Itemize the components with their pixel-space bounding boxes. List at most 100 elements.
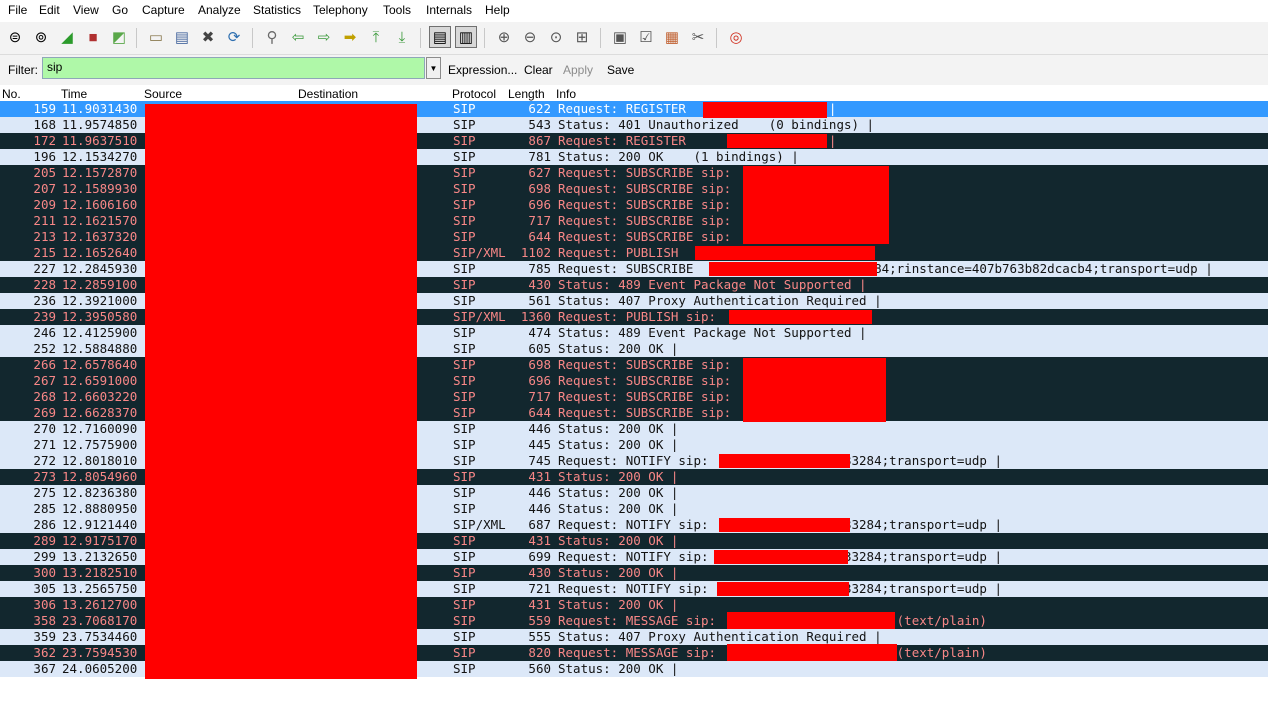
packet-time: 12.1572870 <box>62 165 138 180</box>
packet-protocol: SIP <box>453 181 476 196</box>
resize-columns-icon[interactable]: ⊞ <box>571 26 593 48</box>
packet-info: Status: 401 Unauthorized (0 bindings) | <box>558 117 875 132</box>
filter-input[interactable]: sip <box>42 57 425 79</box>
column-header-destination[interactable]: Destination <box>298 87 358 101</box>
save-file-icon[interactable]: ▤ <box>171 26 193 48</box>
clear-button[interactable]: Clear <box>524 63 553 77</box>
help-icon[interactable]: ◎ <box>725 26 747 48</box>
packet-number: 228 <box>33 277 56 292</box>
column-header-length[interactable]: Length <box>508 87 545 101</box>
packet-time: 12.9175170 <box>62 533 138 548</box>
apply-button[interactable]: Apply <box>563 63 593 77</box>
packet-time: 11.9637510 <box>62 133 138 148</box>
start-capture-icon[interactable]: ◢ <box>56 26 78 48</box>
packet-number: 172 <box>33 133 56 148</box>
packet-protocol: SIP <box>453 421 476 436</box>
packet-protocol: SIP <box>453 629 476 644</box>
packet-protocol: SIP <box>453 405 476 420</box>
menu-file[interactable]: File <box>8 3 27 17</box>
reload-icon[interactable]: ⟳ <box>223 26 245 48</box>
preferences-icon[interactable]: ✂ <box>687 26 709 48</box>
capture-options-icon[interactable]: ⊚ <box>30 26 52 48</box>
restart-capture-icon[interactable]: ◩ <box>108 26 130 48</box>
menu-edit[interactable]: Edit <box>39 3 60 17</box>
packet-length: 698 <box>528 181 551 196</box>
packet-length: 431 <box>528 597 551 612</box>
close-file-icon[interactable]: ✖ <box>197 26 219 48</box>
packet-length: 446 <box>528 485 551 500</box>
packet-info: Status: 200 OK | <box>558 565 679 580</box>
main-toolbar: ⊜ ⊚ ◢ ■ ◩ ▭ ▤ ✖ ⟳ ⚲ ⇦ ⇨ ➡ ⤒ ⤓ ▤ ▥ ⊕ ⊖ ⊙ … <box>0 22 1268 55</box>
go-forward-icon[interactable]: ⇨ <box>313 26 335 48</box>
packet-protocol: SIP <box>453 549 476 564</box>
packet-protocol: SIP <box>453 645 476 660</box>
packet-protocol: SIP <box>453 277 476 292</box>
packet-length: 820 <box>528 645 551 660</box>
open-file-icon[interactable]: ▭ <box>145 26 167 48</box>
packet-time: 13.2565750 <box>62 581 138 596</box>
column-header-time[interactable]: Time <box>61 87 87 101</box>
packet-number: 275 <box>33 485 56 500</box>
menu-view[interactable]: View <box>73 3 99 17</box>
packet-time: 12.6603220 <box>62 389 138 404</box>
packet-number: 213 <box>33 229 56 244</box>
display-filters-icon[interactable]: ☑ <box>635 26 657 48</box>
find-packet-icon[interactable]: ⚲ <box>261 26 283 48</box>
stop-capture-icon[interactable]: ■ <box>82 26 104 48</box>
go-back-icon[interactable]: ⇦ <box>287 26 309 48</box>
menu-bar: File Edit View Go Capture Analyze Statis… <box>0 0 1268 22</box>
toolbar-separator <box>420 28 421 48</box>
go-last-icon[interactable]: ⤓ <box>391 26 413 48</box>
packet-protocol: SIP <box>453 501 476 516</box>
packet-time: 12.2845930 <box>62 261 138 276</box>
menu-internals[interactable]: Internals <box>426 3 472 17</box>
packet-info: Status: 200 OK | <box>558 597 679 612</box>
packet-number: 236 <box>33 293 56 308</box>
menu-help[interactable]: Help <box>485 3 510 17</box>
packet-info: Status: 200 OK | <box>558 485 679 500</box>
menu-capture[interactable]: Capture <box>142 3 185 17</box>
menu-go[interactable]: Go <box>112 3 128 17</box>
packet-protocol: SIP <box>453 453 476 468</box>
zoom-in-icon[interactable]: ⊕ <box>493 26 515 48</box>
toolbar-separator <box>600 28 601 48</box>
go-to-packet-icon[interactable]: ➡ <box>339 26 361 48</box>
packet-protocol: SIP <box>453 101 476 116</box>
column-header-protocol[interactable]: Protocol <box>452 87 496 101</box>
packet-length: 446 <box>528 421 551 436</box>
packet-time: 11.9574850 <box>62 117 138 132</box>
menu-telephony[interactable]: Telephony <box>313 3 368 17</box>
packet-time: 13.2132650 <box>62 549 138 564</box>
capture-filters-icon[interactable]: ▣ <box>609 26 631 48</box>
column-header-source[interactable]: Source <box>144 87 182 101</box>
filter-dropdown-button[interactable]: ▼ <box>426 57 441 79</box>
normal-size-icon[interactable]: ⊙ <box>545 26 567 48</box>
column-header-no[interactable]: No. <box>2 87 21 101</box>
packet-info: Status: 200 OK (1 bindings) | <box>558 149 799 164</box>
menu-analyze[interactable]: Analyze <box>198 3 241 17</box>
packet-list-header: No. Time Source Destination Protocol Len… <box>0 86 1268 102</box>
packet-number: 205 <box>33 165 56 180</box>
coloring-rules-icon[interactable]: ▦ <box>661 26 683 48</box>
zoom-out-icon[interactable]: ⊖ <box>519 26 541 48</box>
auto-scroll-icon[interactable]: ▥ <box>455 26 477 48</box>
menu-statistics[interactable]: Statistics <box>253 3 301 17</box>
save-button[interactable]: Save <box>607 63 634 77</box>
interface-list-icon[interactable]: ⊜ <box>4 26 26 48</box>
packet-time: 24.0605200 <box>62 661 138 676</box>
packet-number: 227 <box>33 261 56 276</box>
go-first-icon[interactable]: ⤒ <box>365 26 387 48</box>
packet-number: 268 <box>33 389 56 404</box>
packet-number: 273 <box>33 469 56 484</box>
packet-length: 717 <box>528 389 551 404</box>
column-header-info[interactable]: Info <box>556 87 576 101</box>
toolbar-separator <box>716 28 717 48</box>
packet-protocol: SIP <box>453 565 476 580</box>
packet-number: 196 <box>33 149 56 164</box>
packet-length: 696 <box>528 373 551 388</box>
menu-tools[interactable]: Tools <box>383 3 411 17</box>
colorize-icon[interactable]: ▤ <box>429 26 451 48</box>
packet-time: 12.8236380 <box>62 485 138 500</box>
expression-button[interactable]: Expression... <box>448 63 517 77</box>
redaction-box <box>743 166 889 244</box>
